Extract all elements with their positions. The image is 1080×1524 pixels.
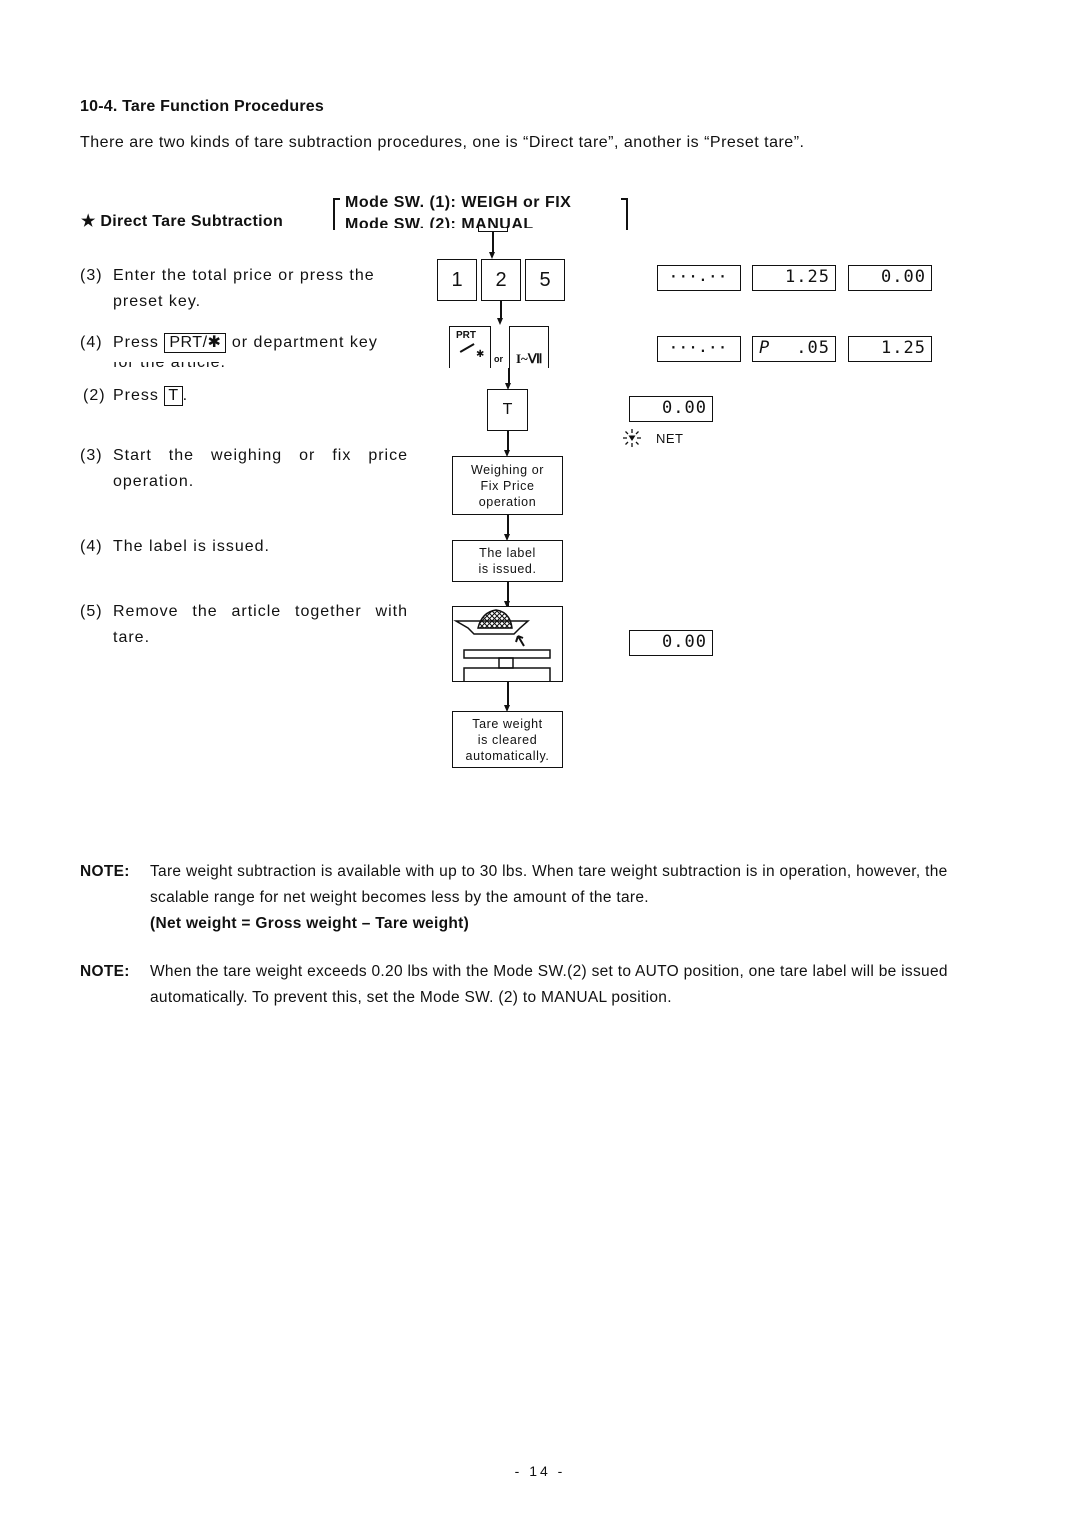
step-line: for the article.	[113, 362, 226, 370]
unit-price-display-row2: P .05	[752, 336, 836, 362]
box-line: The label	[479, 546, 536, 560]
note-label: NOTE:	[80, 863, 130, 880]
box-line: Tare weight	[472, 716, 543, 731]
t-keycap: T	[164, 386, 183, 406]
key-5: 5	[525, 259, 565, 301]
bracket-right	[621, 198, 628, 230]
tare-weight-display: 0.00	[629, 396, 713, 422]
arrow-down-icon	[497, 318, 503, 325]
step-line: preset key.	[113, 293, 202, 310]
note-tare-limit: NOTE: Tare weight subtraction is availab…	[80, 859, 980, 939]
weight-display-row2: ···.··	[657, 336, 741, 362]
net-weight-formula: (Net weight = Gross weight – Tare weight…	[150, 915, 470, 932]
truncated-line: for the article.	[113, 362, 226, 370]
key-2: 2	[481, 259, 521, 301]
intro-text: There are two kinds of tare subtraction …	[80, 134, 805, 151]
t-key: T	[487, 389, 528, 431]
step-number: (5)	[80, 603, 103, 620]
weight-display-row1: ···.··	[657, 265, 741, 291]
box-line: operation	[478, 494, 537, 509]
cleared-weight-display: 0.00	[629, 630, 713, 656]
step-line: .	[182, 387, 189, 404]
direct-tare-heading: ★ Direct Tare Subtraction	[81, 213, 284, 230]
asterisk-icon: ✱	[476, 349, 485, 360]
step-line: operation.	[113, 473, 195, 490]
step-number: (2)	[83, 387, 106, 404]
step-number: (3)	[80, 447, 103, 464]
step-text: Start the weighing or fix price operatio…	[113, 443, 408, 495]
note-text: Tare weight subtraction is available wit…	[150, 863, 948, 906]
step-line: Start the weighing or fix price	[113, 447, 408, 464]
display-value: .05	[796, 338, 830, 358]
step-number: (4)	[80, 334, 103, 351]
step-line: Press	[113, 334, 159, 351]
page-number: - 14 -	[514, 1463, 566, 1479]
net-indicator-label: NET	[656, 431, 684, 446]
prt-keycap: PRT/✱	[164, 333, 227, 353]
unit-price-display-row1: 1.25	[752, 265, 836, 291]
connector-line	[507, 682, 509, 706]
prt-key-label: PRT	[456, 330, 476, 341]
label-issued-box: The label is issued.	[452, 540, 563, 582]
step-line: tare.	[113, 629, 151, 646]
step-number: (3)	[80, 267, 103, 284]
step-label-issued: (4) The label is issued.	[80, 534, 420, 562]
box-line: Fix Price	[480, 478, 535, 493]
tare-cleared-box: Tare weight is cleared automatically.	[452, 711, 563, 768]
scale-illustration	[452, 606, 563, 682]
department-key: I~Ⅶ	[509, 326, 549, 368]
box-line: automatically.	[465, 748, 550, 763]
step-press-prt: (4) Press PRT/✱ or department key for th…	[80, 330, 420, 370]
note-body: Tare weight subtraction is available wit…	[150, 859, 980, 937]
step-press-t: (2) Press T.	[80, 383, 420, 411]
step-line: Enter the total price or press the	[113, 267, 375, 284]
mode-switch-settings: Mode SW. (1): WEIGH or FIX Mode SW. (2):…	[333, 194, 628, 230]
box-line: is cleared	[477, 732, 538, 747]
note-auto-label: NOTE: When the tare weight exceeds 0.20 …	[80, 959, 980, 1015]
scale-with-tare-icon	[452, 608, 551, 681]
step-text: Enter the total price or press the prese…	[113, 263, 375, 315]
step-text: Press PRT/✱ or department key for the ar…	[113, 330, 433, 382]
total-price-display-row1: 0.00	[848, 265, 932, 291]
weighing-operation-box: Weighing or Fix Price operation	[452, 456, 563, 515]
connector-line	[500, 301, 502, 319]
connector-line	[507, 431, 509, 451]
connector-line	[508, 368, 510, 384]
step-remove-article: (5) Remove the article together with tar…	[80, 599, 420, 655]
step-text: Press T.	[113, 383, 188, 409]
preset-indicator: P	[759, 338, 771, 358]
key-1: 1	[437, 259, 477, 301]
slash-icon	[459, 343, 475, 353]
note-body: When the tare weight exceeds 0.20 lbs wi…	[150, 963, 948, 1006]
key-choice-group: PRT ✱ or I~Ⅶ	[449, 326, 557, 368]
step-number: (4)	[80, 538, 103, 555]
step-text: The label is issued.	[113, 538, 270, 555]
net-lamp-icon	[622, 428, 642, 452]
bracket-left	[333, 198, 340, 230]
total-price-display-row2: 1.25	[848, 336, 932, 362]
box-line: Weighing or	[470, 462, 545, 477]
box-line: is issued.	[478, 562, 537, 576]
note-label: NOTE:	[80, 963, 130, 980]
or-label: or	[494, 354, 503, 364]
connector-line	[507, 515, 509, 535]
step-line: Press	[113, 387, 159, 404]
step-start-weighing: (3) Start the weighing or fix price oper…	[80, 443, 420, 499]
prt-key: PRT ✱	[449, 326, 491, 368]
step-line: Remove the article together with	[113, 603, 408, 620]
step-enter-price: (3) Enter the total price or press the p…	[80, 263, 420, 319]
mode-switch-1: Mode SW. (1): WEIGH or FIX	[345, 194, 572, 211]
section-title: Tare Function Procedures	[122, 98, 325, 115]
arrow-down-icon	[489, 252, 495, 259]
step-text: Remove the article together with tare.	[113, 599, 408, 651]
section-number: 10-4.	[80, 98, 118, 115]
step-line: or department key	[231, 334, 378, 351]
department-key-label: I~Ⅶ	[516, 351, 543, 366]
connector-line	[492, 231, 494, 253]
section-heading: 10-4. Tare Function Procedures	[80, 98, 324, 116]
